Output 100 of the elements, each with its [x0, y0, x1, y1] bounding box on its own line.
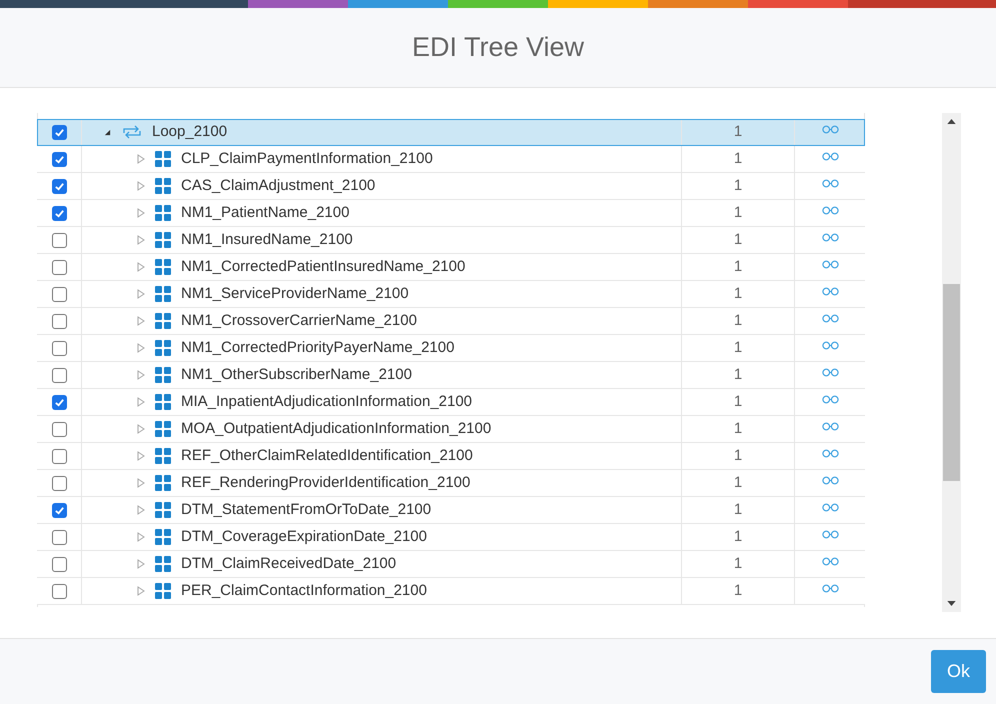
- node-name: DTM_StatementFromOrToDate_2100: [181, 500, 432, 520]
- checkbox[interactable]: [52, 502, 66, 518]
- check-icon: [54, 126, 64, 138]
- tree-row[interactable]: NM1_CorrectedPriorityPayerName_2100 1: [37, 335, 865, 362]
- glasses-icon[interactable]: [822, 125, 838, 134]
- count-text: 1: [734, 392, 742, 412]
- tree-row[interactable]: NM1_OtherSubscriberName_2100 1: [37, 362, 865, 389]
- checkbox[interactable]: [52, 422, 66, 436]
- scroll-down-icon[interactable]: [947, 601, 956, 606]
- glasses-icon[interactable]: [822, 179, 838, 188]
- node-name: NM1_InsuredName_2100: [181, 230, 353, 250]
- node-name: NM1_CrossoverCarrierName_2100: [181, 310, 417, 331]
- grid-icon: [155, 529, 171, 545]
- checkbox[interactable]: [52, 232, 66, 248]
- checkbox[interactable]: [52, 286, 66, 302]
- tree-row[interactable]: CLP_ClaimPaymentInformation_2100 1: [37, 146, 865, 173]
- node-name: NM1_CorrectedPatientInsuredName_2100: [181, 256, 466, 277]
- node-name: NM1_PatientName_2100: [181, 202, 350, 223]
- count-text: 1: [734, 364, 742, 385]
- node-name: NM1_CorrectedPriorityPayerName_2100: [181, 338, 454, 358]
- check-icon: [54, 396, 64, 408]
- glasses-icon[interactable]: [822, 584, 838, 593]
- glasses-icon[interactable]: [822, 368, 838, 377]
- tree-row[interactable]: Loop_2100 1: [37, 119, 865, 146]
- tree-row[interactable]: NM1_PatientName_2100 1: [37, 200, 865, 227]
- tree-row[interactable]: CAS_ClaimAdjustment_2100 1: [37, 173, 865, 200]
- tree-row[interactable]: REF_RenderingProviderIdentification_2100 1: [37, 470, 865, 497]
- count-text: 1: [734, 202, 742, 223]
- checkbox[interactable]: [52, 340, 66, 356]
- grid-icon: [155, 151, 171, 167]
- glasses-icon[interactable]: [822, 206, 838, 215]
- dialog-title: EDI Tree View: [412, 31, 584, 64]
- checkbox[interactable]: [52, 368, 66, 382]
- node-name: MOA_OutpatientAdjudicationInformation_2100: [181, 418, 492, 439]
- checkbox[interactable]: [52, 206, 66, 220]
- checkbox[interactable]: [52, 556, 66, 572]
- grid-icon: [155, 367, 171, 383]
- count-text: 1: [734, 526, 742, 547]
- tree-row[interactable]: REF_OtherClaimRelatedIdentification_2100 1: [37, 443, 865, 470]
- count-text: 1: [734, 122, 742, 142]
- tree-row[interactable]: MIA_InpatientAdjudicationInformation_2100 1: [37, 389, 865, 416]
- count-text: 1: [734, 418, 742, 439]
- node-name: CLP_ClaimPaymentInformation_2100: [181, 148, 433, 169]
- glasses-icon[interactable]: [822, 557, 838, 566]
- check-icon: [54, 180, 64, 192]
- checkbox[interactable]: [52, 178, 66, 194]
- checkbox[interactable]: [52, 530, 66, 544]
- node-name: REF_RenderingProviderIdentification_2100: [181, 472, 470, 493]
- scrollbar[interactable]: [942, 113, 961, 612]
- glasses-icon[interactable]: [822, 260, 838, 269]
- count-text: 1: [734, 446, 742, 466]
- glasses-icon[interactable]: [822, 152, 838, 161]
- tree-row[interactable]: MOA_OutpatientAdjudicationInformation_2100 1: [37, 416, 865, 443]
- grid-icon: [155, 556, 171, 572]
- tree-row[interactable]: NM1_CrossoverCarrierName_2100 1: [37, 308, 865, 335]
- check-icon: [54, 504, 64, 516]
- checkbox[interactable]: [52, 314, 66, 328]
- count-text: 1: [734, 580, 742, 601]
- tree-row[interactable]: NM1_InsuredName_2100 1: [37, 227, 865, 254]
- node-name: NM1_OtherSubscriberName_2100: [181, 364, 412, 385]
- tree-row[interactable]: DTM_ClaimReceivedDate_2100 1: [37, 551, 865, 578]
- glasses-icon[interactable]: [822, 287, 838, 296]
- checkbox[interactable]: [52, 584, 66, 598]
- glasses-icon[interactable]: [822, 503, 838, 512]
- checkbox[interactable]: [52, 476, 66, 490]
- count-text: 1: [734, 338, 742, 358]
- glasses-icon[interactable]: [822, 341, 838, 350]
- grid-icon: [155, 475, 171, 491]
- grid-icon: [155, 502, 171, 518]
- tree-row[interactable]: NM1_CorrectedPatientInsuredName_2100 1: [37, 254, 865, 281]
- node-name: DTM_ClaimReceivedDate_2100: [181, 554, 396, 574]
- tree-row[interactable]: PER_ClaimContactInformation_2100 1: [37, 578, 865, 605]
- glasses-icon[interactable]: [822, 476, 838, 485]
- tree-row[interactable]: DTM_StatementFromOrToDate_2100 1: [37, 497, 865, 524]
- scroll-up-icon[interactable]: [947, 119, 956, 124]
- scroll-thumb[interactable]: [943, 284, 960, 481]
- check-icon: [54, 208, 64, 218]
- count-text: 1: [734, 554, 742, 574]
- checkbox[interactable]: [52, 448, 66, 464]
- glasses-icon[interactable]: [822, 395, 838, 404]
- node-name: CAS_ClaimAdjustment_2100: [181, 176, 376, 196]
- glasses-icon[interactable]: [822, 449, 838, 458]
- count-text: 1: [734, 176, 742, 196]
- checkbox[interactable]: [52, 152, 66, 166]
- count-text: 1: [734, 230, 742, 250]
- glasses-icon[interactable]: [822, 530, 838, 539]
- node-name: NM1_ServiceProviderName_2100: [181, 284, 409, 304]
- node-name: REF_OtherClaimRelatedIdentification_2100: [181, 446, 473, 466]
- glasses-icon[interactable]: [822, 233, 838, 242]
- grid-icon: [155, 286, 171, 302]
- check-icon: [54, 154, 64, 164]
- grid-icon: [155, 448, 171, 464]
- node-name: MIA_InpatientAdjudicationInformation_2100: [181, 392, 472, 412]
- tree-row[interactable]: NM1_ServiceProviderName_2100 1: [37, 281, 865, 308]
- tree-row[interactable]: DTM_CoverageExpirationDate_2100 1: [37, 524, 865, 551]
- checkbox[interactable]: [52, 124, 66, 140]
- checkbox[interactable]: [52, 394, 66, 410]
- checkbox[interactable]: [52, 260, 66, 274]
- glasses-icon[interactable]: [822, 422, 838, 431]
- glasses-icon[interactable]: [822, 314, 838, 323]
